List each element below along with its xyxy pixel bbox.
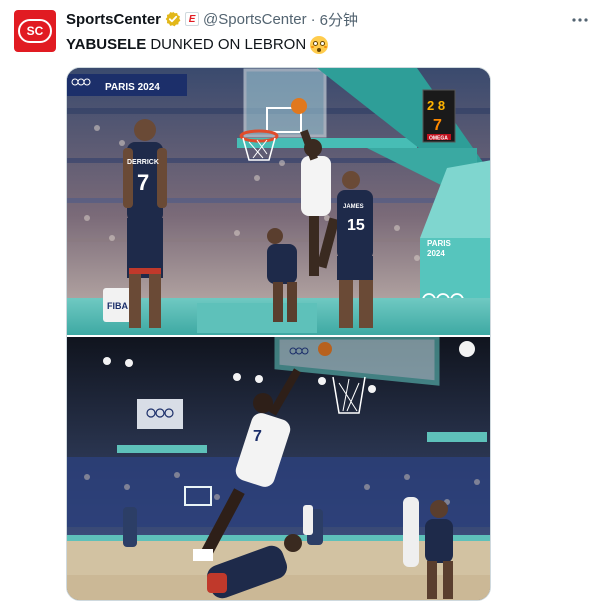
jersey-left-number: 7 <box>137 170 149 195</box>
shot-clock-top: 2 8 <box>427 98 445 113</box>
jersey-left-name: DERRICK <box>127 159 159 166</box>
avatar[interactable]: SC <box>14 10 56 52</box>
separator-dot: · <box>310 10 316 28</box>
banner-text: PARIS 2024 <box>105 82 160 93</box>
tweet-text-rest: DUNKED ON LEBRON <box>150 36 307 53</box>
media-photo-top[interactable]: PARIS 2024 PARIS 2024 2 8 7 OMEGA FIBA D… <box>67 68 490 335</box>
tweet-header: SportsCenter E @SportsCenter · 6分钟 <box>66 9 358 29</box>
stanchion-text-1: PARIS <box>427 239 452 248</box>
fiba-logo-text: FIBA <box>107 301 128 311</box>
handle[interactable]: @SportsCenter <box>203 11 307 28</box>
jersey-bottom-number: 7 <box>253 428 262 445</box>
media-photo-bottom[interactable]: 7 <box>67 337 490 600</box>
shot-clock-brand: OMEGA <box>429 136 448 142</box>
espn-affiliate-icon[interactable]: E <box>185 12 200 26</box>
tweet-text-bold: YABUSELE <box>66 36 147 53</box>
tweet[interactable]: SC SportsCenter E @SportsCenter · 6分钟 YA… <box>0 0 600 602</box>
flushed-face-emoji-icon <box>310 36 329 54</box>
media-grid[interactable]: PARIS 2024 PARIS 2024 2 8 7 OMEGA FIBA D… <box>66 67 491 601</box>
verified-badge-icon[interactable] <box>165 11 181 27</box>
affiliate-badge-text: E <box>188 13 196 25</box>
sportscenter-logo: SC <box>18 19 52 43</box>
tweet-text: YABUSELE DUNKED ON LEBRON <box>66 35 329 55</box>
avatar-text: SC <box>26 24 44 38</box>
timestamp[interactable]: 6分钟 <box>320 9 358 30</box>
more-options-icon[interactable] <box>570 10 590 30</box>
display-name[interactable]: SportsCenter <box>66 11 161 28</box>
jersey-right-name: JAMES <box>343 204 364 210</box>
shot-clock-bottom: 7 <box>433 117 442 134</box>
stanchion-text-2: 2024 <box>427 249 445 258</box>
jersey-right-number: 15 <box>347 217 365 234</box>
